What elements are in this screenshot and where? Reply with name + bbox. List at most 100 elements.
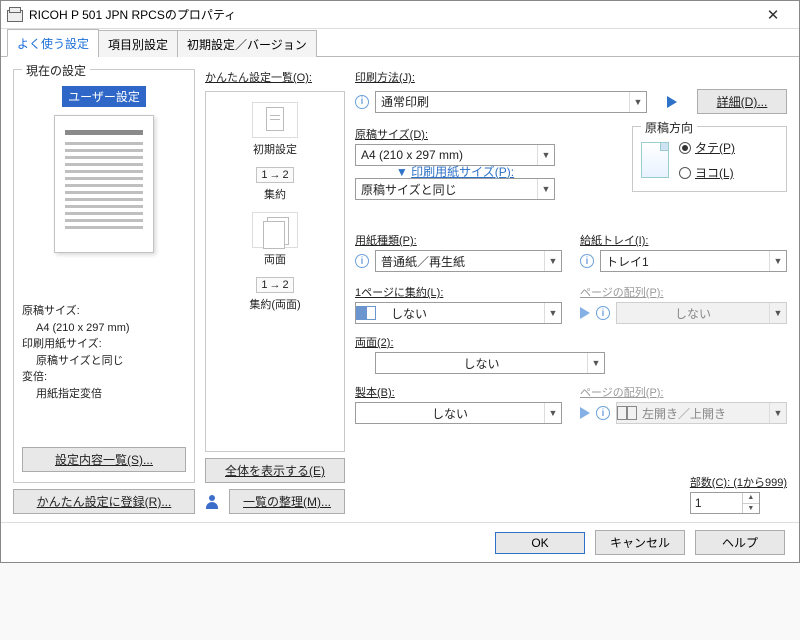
presets-col: かんたん設定一覧(O): 初期設定 1→2 集約 両面 — [205, 69, 345, 514]
spec-docsize-val: A4 (210 x 297 mm) — [36, 320, 130, 337]
chevron-down-icon: ▼ — [587, 353, 604, 373]
booklet-label: 製本(B): — [355, 384, 562, 400]
preset-nup-duplex[interactable]: 1→2 集約(両面) — [249, 277, 300, 312]
booklet-value: しない — [356, 405, 544, 422]
info-icon: i — [596, 306, 610, 320]
nup-value: しない — [386, 305, 538, 322]
orientation-portrait-radio[interactable]: タテ(P) — [679, 139, 735, 156]
preset-duplex-icon — [252, 212, 298, 248]
chevron-down-icon[interactable]: ▼ — [743, 504, 759, 514]
nup-select[interactable]: しない ▼ — [355, 302, 562, 324]
manage-presets-label: 一覧の整理(M)... — [243, 495, 331, 509]
show-all-presets-button[interactable]: 全体を表示する(E) — [205, 458, 345, 483]
booklet-select[interactable]: しない▼ — [355, 402, 562, 424]
tray-select[interactable]: トレイ1▼ — [600, 250, 787, 272]
chevron-down-icon: ▼ — [769, 303, 786, 323]
duplex-select[interactable]: しない▼ — [375, 352, 605, 374]
register-preset-button[interactable]: かんたん設定に登録(R)... — [13, 489, 195, 514]
chevron-up-icon[interactable]: ▲ — [743, 493, 759, 504]
options-col: 印刷方法(J): i 通常印刷▼ 詳細(D)... 原稿サイズ(D): — [355, 69, 787, 514]
chevron-down-icon: ▼ — [544, 251, 561, 271]
papersize-select[interactable]: 原稿サイズと同じ▼ — [355, 178, 555, 200]
booklet-layout-label: ページの配列(P): — [580, 384, 787, 400]
preset-default[interactable]: 初期設定 — [252, 102, 298, 157]
booklet-layout-row: i 左開き／上開き▼ — [580, 402, 787, 424]
orientation-group: 原稿方向 タテ(P) ヨコ(L) — [632, 126, 787, 192]
copies-block: 部数(C): (1から999) 1 ▲▼ — [690, 474, 787, 514]
preset-nup-label: 集約 — [264, 186, 286, 202]
register-preset-button-label: かんたん設定に登録(R)... — [37, 495, 172, 509]
preset-name: ユーザー設定 — [62, 86, 146, 107]
orientation-landscape-radio[interactable]: ヨコ(L) — [679, 164, 735, 181]
settings-list-button[interactable]: 設定内容一覧(S)... — [22, 447, 186, 472]
print-method-label: 印刷方法(J): — [355, 69, 787, 85]
booklet-layout-select: 左開き／上開き▼ — [616, 402, 787, 424]
spinner-buttons[interactable]: ▲▼ — [742, 493, 759, 513]
manage-presets-button[interactable]: 一覧の整理(M)... — [229, 489, 345, 514]
paper-row: 用紙種類(P): i 普通紙／再生紙▼ 給紙トレイ(I): i — [355, 232, 787, 272]
nup-layout-row: i しない▼ — [580, 302, 787, 324]
print-method-select[interactable]: 通常印刷▼ — [375, 91, 647, 113]
client-area: よく使う設定 項目別設定 初期設定／バージョン 現在の設定 ユーザー設定 — [1, 29, 799, 562]
papersize-value: 原稿サイズと同じ — [356, 181, 537, 198]
help-button[interactable]: ヘルプ — [695, 530, 785, 555]
papertype-select[interactable]: 普通紙／再生紙▼ — [375, 250, 562, 272]
info-icon: i — [355, 95, 369, 109]
current-settings-legend: 現在の設定 — [22, 62, 90, 79]
spec-papersize-lbl: 印刷用紙サイズ: — [22, 336, 102, 353]
tray-label: 給紙トレイ(I): — [580, 232, 787, 248]
copies-label: 部数(C): (1から999) — [690, 474, 787, 490]
current-settings-col: 現在の設定 ユーザー設定 原稿サイズ: A4 (210 x 297 mm — [13, 69, 195, 514]
chevron-down-icon: ▼ — [537, 179, 554, 199]
book-icon — [617, 406, 637, 420]
copies-spinner[interactable]: 1 ▲▼ — [690, 492, 760, 514]
spec-papersize: 印刷用紙サイズ: — [22, 336, 186, 353]
close-button[interactable]: ✕ — [753, 1, 793, 28]
spec-docsize-val-row: A4 (210 x 297 mm) — [22, 320, 186, 337]
print-method-details-button[interactable]: 詳細(D)... — [697, 89, 787, 114]
down-arrow-icon: ▼ 印刷用紙サイズ(P): — [355, 166, 555, 178]
papersize-label-text: 印刷用紙サイズ(P): — [411, 165, 514, 179]
spec-docsize-lbl: 原稿サイズ: — [22, 303, 80, 320]
spec-papersize-val: 原稿サイズと同じ — [36, 353, 124, 370]
duplex-value: しない — [376, 355, 587, 372]
docsize-select[interactable]: A4 (210 x 297 mm)▼ — [355, 144, 555, 166]
preset-nup-duplex-label: 集約(両面) — [249, 296, 300, 312]
play-icon[interactable] — [667, 96, 677, 108]
dialog-window: RICOH P 501 JPN RPCSのプロパティ ✕ よく使う設定 項目別設… — [0, 0, 800, 563]
tab-frequent[interactable]: よく使う設定 — [7, 29, 99, 57]
presets-label: かんたん設定一覧(O): — [205, 69, 345, 85]
tab-version[interactable]: 初期設定／バージョン — [177, 30, 317, 57]
tab-by-item[interactable]: 項目別設定 — [98, 30, 178, 57]
print-method-label-text: 印刷方法(J): — [355, 72, 415, 84]
booklet-layout-value: 左開き／上開き — [637, 405, 769, 422]
orientation-doc-icon — [641, 142, 669, 178]
spec-papersize-val-row: 原稿サイズと同じ — [22, 353, 186, 370]
page-preview-doc — [54, 115, 154, 253]
info-icon: i — [355, 254, 369, 268]
preset-duplex[interactable]: 両面 — [252, 212, 298, 267]
page-preview — [22, 115, 186, 253]
preset-default-icon — [252, 102, 298, 138]
ok-button[interactable]: OK — [495, 532, 585, 554]
docsize-block: 原稿サイズ(D): A4 (210 x 297 mm)▼ ▼ 印刷用紙サイズ(P… — [355, 126, 787, 222]
docsize-value: A4 (210 x 297 mm) — [356, 148, 537, 162]
chevron-down-icon: ▼ — [769, 251, 786, 271]
chevron-down-icon: ▼ — [544, 403, 561, 423]
spec-list: 原稿サイズ: A4 (210 x 297 mm) 印刷用紙サイズ: 原稿サイズと… — [22, 303, 186, 402]
user-icon — [205, 495, 219, 509]
spec-docsize: 原稿サイズ: — [22, 303, 186, 320]
print-method-row: i 通常印刷▼ 詳細(D)... — [355, 89, 787, 114]
presets-list[interactable]: 初期設定 1→2 集約 両面 1→2 集約(両面) — [205, 91, 345, 452]
tray-value: トレイ1 — [601, 253, 769, 270]
cancel-button[interactable]: キャンセル — [595, 530, 685, 555]
preset-nup[interactable]: 1→2 集約 — [256, 167, 293, 202]
details-label: 詳細(D)... — [717, 95, 768, 109]
chevron-down-icon: ▼ — [544, 303, 561, 323]
main-pane: 現在の設定 ユーザー設定 原稿サイズ: A4 (210 x 297 mm — [1, 57, 799, 522]
current-settings-group: 現在の設定 ユーザー設定 原稿サイズ: A4 (210 x 297 mm — [13, 69, 195, 483]
orientation-landscape-label: ヨコ(L) — [695, 164, 734, 181]
docsize-label-text: 原稿サイズ(D): — [355, 129, 428, 141]
chevron-down-icon: ▼ — [769, 403, 786, 423]
show-all-label: 全体を表示する(E) — [225, 464, 325, 478]
